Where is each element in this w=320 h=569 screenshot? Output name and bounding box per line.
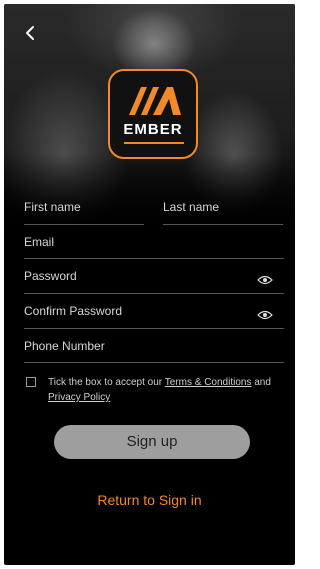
logo-wordmark: EMBER [123, 121, 183, 138]
password-underline [24, 293, 284, 294]
last-name-input[interactable] [163, 197, 275, 217]
terms-conjunction: and [254, 377, 271, 388]
terms-prefix: Tick the box to accept our [48, 377, 163, 388]
password-input[interactable] [24, 266, 244, 286]
terms-text: Tick the box to accept our Terms & Condi… [48, 375, 284, 405]
signup-screen: EMBER Tick the box to accept our Terms &… [4, 4, 295, 565]
terms-conditions-link[interactable]: Terms & Conditions [165, 377, 252, 388]
phone-number-underline [24, 362, 284, 363]
confirm-password-visibility-toggle[interactable] [257, 307, 273, 320]
back-button[interactable] [21, 23, 41, 43]
return-to-sign-in-link[interactable]: Return to Sign in [4, 492, 295, 508]
confirm-password-input[interactable] [24, 301, 244, 321]
phone-number-input[interactable] [24, 336, 274, 356]
first-name-underline [24, 224, 144, 225]
first-name-input[interactable] [24, 197, 134, 217]
app-logo: EMBER [108, 69, 198, 159]
confirm-password-underline [24, 328, 284, 329]
password-visibility-toggle[interactable] [257, 272, 273, 285]
flame-mark-icon [129, 87, 181, 115]
email-underline [24, 258, 284, 259]
sign-up-button[interactable]: Sign up [54, 425, 250, 459]
logo-underline [124, 142, 184, 144]
eye-icon [257, 275, 273, 285]
eye-icon [257, 310, 273, 320]
terms-checkbox[interactable] [26, 377, 36, 387]
chevron-left-icon [26, 26, 34, 40]
privacy-policy-link[interactable]: Privacy Policy [48, 392, 110, 403]
last-name-underline [163, 224, 283, 225]
email-input[interactable] [24, 232, 274, 252]
